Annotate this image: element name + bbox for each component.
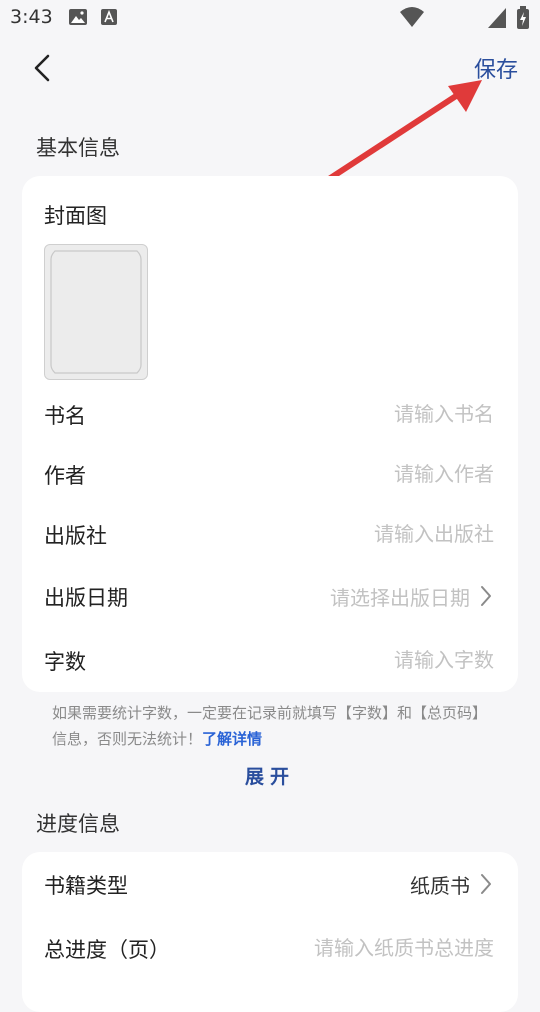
status-bar: 3:43 [0, 0, 540, 36]
progress-info-title: 进度信息 [36, 812, 120, 836]
back-arrow-icon [34, 54, 50, 82]
wifi-icon [400, 7, 424, 27]
publisher-label: 出版社 [44, 524, 107, 548]
word-count-input[interactable] [192, 644, 496, 676]
battery-charging-icon [517, 6, 529, 29]
learn-more-link[interactable]: 了解详情 [202, 730, 262, 748]
publish-date-label: 出版日期 [44, 586, 128, 610]
cover-image-picker[interactable] [44, 244, 148, 380]
book-type-row[interactable]: 书籍类型 纸质书 [22, 854, 518, 914]
author-label: 作者 [44, 464, 86, 488]
cover-frame-icon [50, 250, 142, 374]
cell-signal-icon [488, 8, 506, 28]
publisher-row: 出版社 [22, 504, 518, 564]
publisher-input[interactable] [192, 518, 496, 550]
publish-date-value: 请选择出版日期 [330, 586, 470, 610]
basic-info-title: 基本信息 [36, 136, 120, 160]
back-button[interactable] [26, 50, 62, 86]
author-input[interactable] [192, 458, 496, 490]
word-count-row: 字数 [22, 630, 518, 690]
total-progress-input[interactable] [192, 932, 496, 964]
expand-button[interactable]: 展开 [0, 762, 540, 789]
chevron-right-icon [481, 874, 491, 894]
chevron-right-icon [481, 586, 491, 606]
word-count-label: 字数 [44, 650, 86, 674]
progress-info-card: 书籍类型 纸质书 总进度（页） [22, 852, 518, 1012]
hint-text: 如果需要统计字数，一定要在记录前就填写【字数】和【总页码】信息，否则无法统计！ [52, 704, 488, 748]
title-label: 书名 [44, 404, 86, 428]
basic-info-card: 封面图 书名 作者 出版社 出版日期 请选择出版日期 字数 [22, 176, 518, 692]
font-notification-icon [100, 8, 118, 30]
publish-date-row[interactable]: 出版日期 请选择出版日期 [22, 566, 518, 626]
book-type-label: 书籍类型 [44, 874, 128, 898]
image-notification-icon [68, 8, 88, 30]
cover-label: 封面图 [44, 204, 107, 228]
save-button[interactable]: 保存 [474, 52, 518, 84]
top-bar: 保存 [0, 36, 540, 102]
author-row: 作者 [22, 444, 518, 504]
status-time: 3:43 [10, 6, 53, 28]
total-progress-row: 总进度（页） [22, 918, 518, 978]
book-type-value: 纸质书 [410, 874, 470, 898]
title-input[interactable] [192, 398, 496, 430]
word-count-hint: 如果需要统计字数，一定要在记录前就填写【字数】和【总页码】信息，否则无法统计！了… [52, 700, 492, 752]
title-row: 书名 [22, 384, 518, 444]
